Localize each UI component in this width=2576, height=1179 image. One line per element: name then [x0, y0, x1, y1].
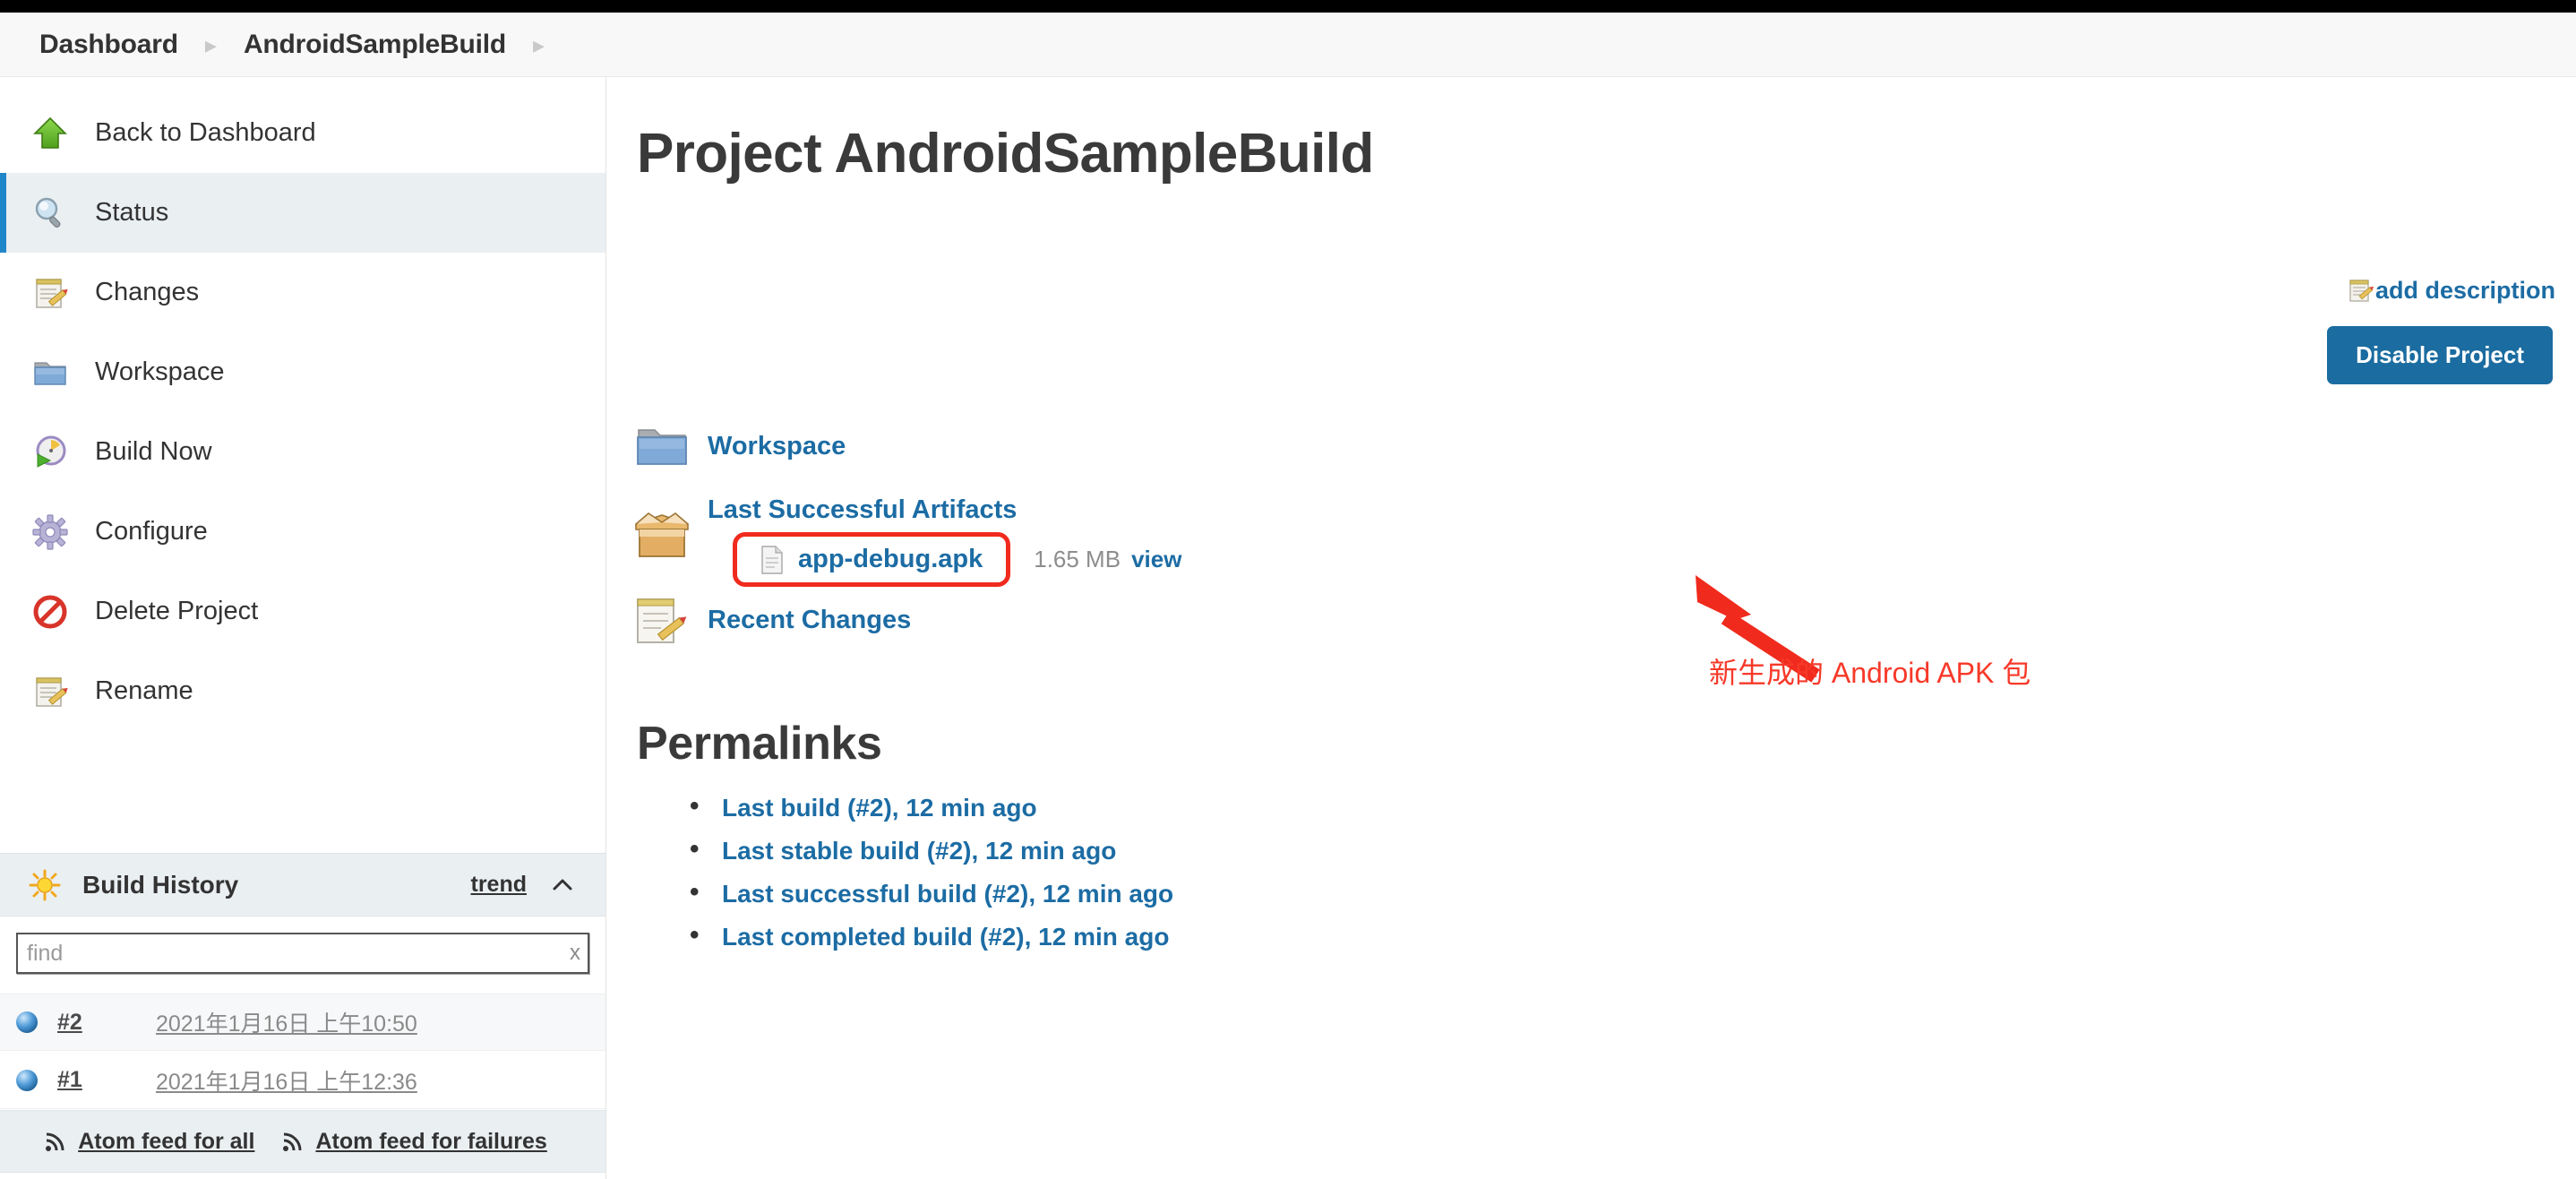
sidebar-item-label: Changes	[95, 278, 200, 306]
build-history-header: Build History trend	[0, 853, 605, 917]
build-number-link[interactable]: #2	[57, 1010, 156, 1036]
breadcrumb-item-dashboard[interactable]: Dashboard	[39, 30, 178, 60]
clear-search-icon[interactable]: x	[570, 941, 580, 966]
permalink-last-successful-build[interactable]: Last successful build (#2), 12 min ago	[690, 877, 1173, 908]
sidebar-item-status[interactable]: Status	[0, 173, 605, 253]
permalink-last-stable-build[interactable]: Last stable build (#2), 12 min ago	[690, 834, 1173, 865]
atom-feed-all-link[interactable]: Atom feed for all	[78, 1129, 254, 1155]
sidebar-item-back-to-dashboard[interactable]: Back to Dashboard	[0, 93, 605, 173]
blue-ball-icon	[13, 1066, 41, 1095]
last-successful-artifacts-label[interactable]: Last Successful Artifacts	[708, 495, 1181, 525]
artifacts-column: Last Successful Artifacts app-debug.apk …	[708, 495, 1181, 587]
main-content: Project AndroidSampleBuild add descripti…	[607, 77, 2576, 1179]
permalinks-title: Permalinks	[637, 718, 882, 770]
disable-project-button[interactable]: Disable Project	[2327, 326, 2553, 384]
breadcrumb: Dashboard ▸ AndroidSampleBuild ▸	[0, 13, 2576, 77]
page-title: Project AndroidSampleBuild	[637, 123, 1374, 185]
build-history-row[interactable]: #1 2021年1月16日 上午12:36	[0, 1052, 605, 1109]
search-input[interactable]	[16, 933, 589, 974]
build-timestamp-link[interactable]: 2021年1月16日 上午10:50	[156, 1006, 417, 1038]
permalinks-list: Last build (#2), 12 min ago Last stable …	[690, 791, 1173, 966]
atom-feed-failures-link[interactable]: Atom feed for failures	[315, 1129, 546, 1155]
project-info-block: Workspace Last Successful Artifacts app-…	[625, 413, 1181, 648]
blue-ball-icon	[13, 1008, 41, 1037]
sidebar-item-label: Back to Dashboard	[95, 118, 316, 147]
sidebar: Back to Dashboard Status Changes Workspa…	[0, 77, 606, 1179]
permalink-last-build[interactable]: Last build (#2), 12 min ago	[690, 791, 1173, 822]
breadcrumb-item-project[interactable]: AndroidSampleBuild	[244, 30, 506, 60]
no-entry-icon	[30, 592, 70, 632]
sidebar-item-label: Delete Project	[95, 597, 259, 625]
notepad-pencil-icon	[2347, 276, 2375, 305]
annotation-text: 新生成的 Android APK 包	[1709, 657, 2031, 689]
breadcrumb-separator-icon: ▸	[204, 30, 217, 58]
sidebar-item-build-now[interactable]: Build Now	[0, 412, 605, 492]
build-history-row[interactable]: #2 2021年1月16日 上午10:50	[0, 994, 605, 1051]
up-arrow-icon	[30, 114, 70, 153]
rss-icon	[42, 1128, 69, 1155]
notepad-pencil-icon	[632, 592, 691, 648]
build-number-link[interactable]: #1	[57, 1067, 156, 1093]
breadcrumb-chevron-icon[interactable]: ▸	[533, 33, 545, 56]
sidebar-item-changes[interactable]: Changes	[0, 253, 605, 332]
recent-changes-row[interactable]: Recent Changes	[625, 592, 1181, 648]
sidebar-item-delete-project[interactable]: Delete Project	[0, 572, 605, 651]
sidebar-item-label: Workspace	[95, 357, 225, 386]
folder-icon	[30, 353, 70, 392]
notepad-pencil-icon	[30, 672, 70, 711]
package-box-icon	[631, 508, 693, 562]
build-history-find-row: x	[16, 933, 589, 974]
build-history-trend-link[interactable]: trend	[471, 872, 528, 898]
build-history-title: Build History	[82, 870, 239, 899]
sidebar-item-configure[interactable]: Configure	[0, 492, 605, 572]
sidebar-nav-list: Back to Dashboard Status Changes Workspa…	[0, 77, 605, 731]
magnifier-icon	[30, 194, 70, 233]
top-black-strip	[0, 0, 2576, 13]
permalink-last-completed-build[interactable]: Last completed build (#2), 12 min ago	[690, 920, 1173, 951]
workspace-link-row[interactable]: Workspace	[625, 413, 1181, 479]
sidebar-item-rename[interactable]: Rename	[0, 651, 605, 731]
recent-changes-label: Recent Changes	[708, 605, 912, 634]
sidebar-item-label: Rename	[95, 676, 193, 705]
artifact-file-size: 1.65 MB	[1034, 546, 1121, 572]
sidebar-item-label: Configure	[95, 517, 208, 546]
chevron-up-icon[interactable]	[550, 873, 575, 898]
rss-icon	[279, 1128, 306, 1155]
artifact-view-link[interactable]: view	[1131, 546, 1181, 573]
clock-play-icon	[30, 433, 70, 472]
folder-icon	[634, 418, 690, 474]
last-successful-artifacts-block: Last Successful Artifacts app-debug.apk …	[625, 495, 1181, 587]
artifact-file-row: app-debug.apk 1.65 MB view	[708, 532, 1181, 587]
add-description-label: add description	[2374, 276, 2555, 304]
artifact-file-link[interactable]: app-debug.apk	[798, 545, 983, 574]
workspace-label: Workspace	[708, 431, 846, 460]
artifact-highlight-box: app-debug.apk	[733, 532, 1011, 587]
notepad-pencil-icon	[30, 273, 70, 313]
add-description-link[interactable]: add description	[2347, 276, 2555, 305]
gear-icon	[30, 512, 70, 552]
sidebar-item-label: Build Now	[95, 437, 212, 466]
atom-feed-bar: Atom feed for all Atom feed for failures	[0, 1110, 605, 1173]
document-icon	[760, 545, 784, 574]
sun-icon	[29, 869, 61, 901]
build-timestamp-link[interactable]: 2021年1月16日 上午12:36	[156, 1064, 417, 1097]
sidebar-item-label: Status	[95, 198, 169, 227]
sidebar-item-workspace[interactable]: Workspace	[0, 332, 605, 412]
